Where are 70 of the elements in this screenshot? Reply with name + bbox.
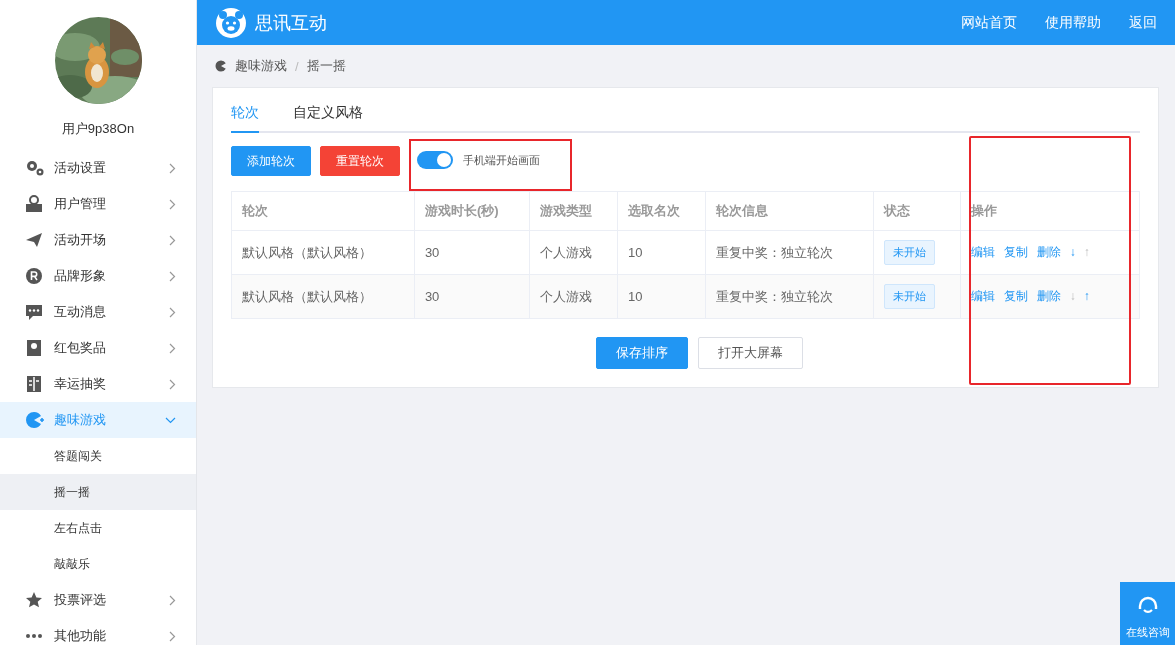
tab[interactable]: 轮次	[231, 104, 259, 133]
game-icon	[215, 60, 227, 72]
bear-logo-icon	[215, 6, 247, 39]
gears-icon	[25, 159, 45, 177]
column-header: 游戏类型	[529, 191, 618, 231]
toolbar-button[interactable]: 添加轮次	[231, 146, 311, 176]
footer-button[interactable]: 保存排序	[596, 337, 688, 369]
lottery-icon	[25, 375, 43, 393]
sidebar-item[interactable]: 互动消息	[0, 294, 196, 330]
brand-name: 思讯互动	[255, 11, 328, 35]
header-link[interactable]: 返回	[1129, 13, 1157, 32]
table-cell: 30	[414, 230, 530, 275]
breadcrumb-separator: /	[295, 58, 299, 74]
sidebar-item[interactable]: 其他功能	[0, 618, 196, 645]
breadcrumb-item[interactable]: 趣味游戏	[235, 57, 287, 75]
column-header: 轮次信息	[705, 191, 873, 231]
tab[interactable]: 自定义风格	[293, 104, 363, 133]
sidebar-subitem[interactable]: 摇一摇	[0, 474, 196, 510]
more-icon	[25, 634, 43, 638]
table-cell: 个人游戏	[529, 274, 618, 319]
action-link[interactable]: 删除	[1036, 245, 1061, 259]
table-cell: 默认风格（默认风格）	[231, 274, 415, 319]
header-link[interactable]: 网站首页	[961, 13, 1017, 32]
username: 用户9p38On	[60, 120, 136, 138]
sidebar-item[interactable]: 活动设置	[0, 150, 196, 186]
status-tag: 未开始	[883, 240, 935, 265]
move-up-link[interactable]: ↑	[1083, 289, 1090, 303]
column-header: 轮次	[231, 191, 415, 231]
header-link[interactable]: 使用帮助	[1045, 13, 1101, 32]
sidebar-subitem[interactable]: 答题闯关	[0, 438, 196, 474]
sidebar-item[interactable]: 品牌形象	[0, 258, 196, 294]
chat-bubble-icon	[25, 303, 43, 321]
table-cell: 默认风格（默认风格）	[231, 230, 415, 275]
table-cell: 10	[617, 274, 706, 319]
toggle-label: 手机端开始画面	[463, 152, 540, 168]
sidebar-item[interactable]: 活动开场	[0, 222, 196, 258]
move-down-link[interactable]: ↓	[1069, 245, 1076, 259]
table-cell: 重复中奖：独立轮次	[705, 230, 873, 275]
column-header: 游戏时长(秒)	[414, 191, 530, 231]
chat-button[interactable]: 在线咨询	[1120, 582, 1175, 645]
sidebar-subitem[interactable]: 敲敲乐	[0, 546, 196, 582]
column-header: 状态	[873, 191, 961, 231]
registered-icon	[25, 267, 43, 285]
action-link[interactable]: 复制	[1003, 289, 1028, 303]
user-mail-icon	[25, 195, 43, 213]
star-icon	[25, 591, 43, 609]
action-link[interactable]: 编辑	[970, 289, 995, 303]
sidebar-item[interactable]: 趣味游戏	[0, 402, 196, 438]
action-link[interactable]: 删除	[1036, 289, 1061, 303]
sidebar-item[interactable]: 幸运抽奖	[0, 366, 196, 402]
action-link[interactable]: 编辑	[970, 245, 995, 259]
toggle-switch[interactable]	[417, 151, 453, 169]
sidebar-item[interactable]: 投票评选	[0, 582, 196, 618]
column-header: 选取名次	[617, 191, 706, 231]
sidebar-subitem[interactable]: 左右点击	[0, 510, 196, 546]
table-cell: 重复中奖：独立轮次	[705, 274, 873, 319]
toolbar-button[interactable]: 重置轮次	[320, 146, 400, 176]
table-cell: 10	[617, 230, 706, 275]
sidebar-item[interactable]: 红包奖品	[0, 330, 196, 366]
table-cell: 30	[414, 274, 530, 319]
game-icon	[25, 411, 45, 429]
breadcrumb-item: 摇一摇	[306, 57, 346, 75]
column-header: 操作	[960, 191, 1140, 231]
footer-button[interactable]: 打开大屏幕	[698, 337, 803, 369]
status-tag: 未开始	[883, 284, 935, 309]
gift-box-icon	[25, 339, 43, 357]
table-cell: 个人游戏	[529, 230, 618, 275]
sidebar-item[interactable]: 用户管理	[0, 186, 196, 222]
action-link[interactable]: 复制	[1003, 245, 1028, 259]
paper-plane-icon	[25, 231, 43, 249]
